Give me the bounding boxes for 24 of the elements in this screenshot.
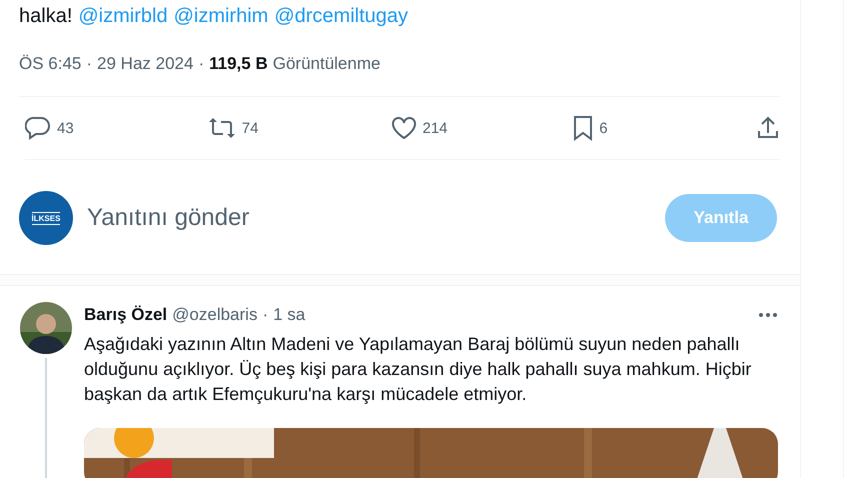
tweet-time[interactable]: ÖS 6:45 [19, 54, 82, 74]
separator-dot: · [262, 305, 268, 325]
retweet-icon[interactable] [208, 117, 236, 139]
reply-icon[interactable] [25, 116, 51, 140]
avatar-logo: İLKSES [19, 191, 73, 245]
post-time[interactable]: 1 sa [273, 305, 306, 325]
action-count: 43 [57, 120, 74, 136]
share-icon[interactable] [756, 116, 780, 140]
tweet-text: halka! [19, 5, 72, 27]
reply-text: Aşağıdaki yazının Altın Madeni ve Yapılamayan Baraj bölümü suyun neden pahallı olduğunu açıklıyor. Üç beş kişi para kazansın diye halk pahallı suya mahkum. Hiçbir başkan da artık Efemçukuru'na karşı mücadele etmiyor. [84, 333, 752, 406]
avatar[interactable] [20, 302, 72, 354]
separator-dot: · [198, 54, 204, 74]
view-count: 119,5 B [209, 54, 268, 74]
action-count: 214 [422, 120, 448, 136]
views-label: Görüntülenme [272, 54, 380, 74]
more-icon[interactable] [758, 312, 778, 318]
heart-icon[interactable] [390, 116, 416, 140]
tweet-date[interactable]: 29 Haz 2024 [97, 54, 194, 74]
action-count: 6 [599, 120, 608, 136]
separator-dot: · [86, 54, 92, 74]
author-handle[interactable]: @ozelbaris [172, 305, 258, 325]
bookmark-icon[interactable] [573, 115, 594, 141]
action-count: 74 [242, 120, 258, 136]
author-name[interactable]: Barış Özel [84, 305, 168, 325]
